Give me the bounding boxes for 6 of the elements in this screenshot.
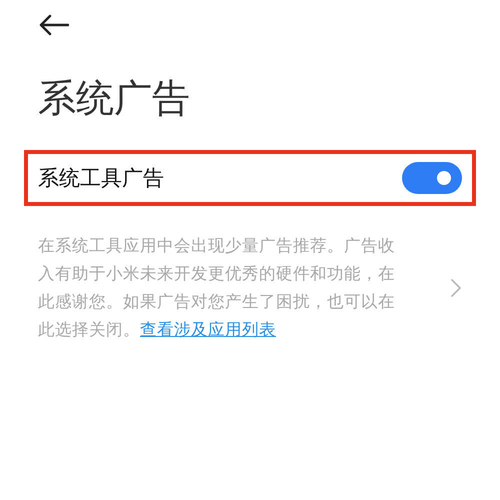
back-arrow-icon[interactable]: [39, 14, 69, 36]
page-title: 系统广告: [38, 75, 191, 122]
toggle-switch[interactable]: [402, 162, 462, 194]
setting-label: 系统工具广告: [38, 165, 164, 192]
description-text: 在系统工具应用中会出现少量广告推荐。广告收入有助于小米未来开发更优秀的硬件和功能，在此感谢您。如果广告对您产生了困扰，也可以在此选择关闭。查看涉及应用列表: [38, 235, 396, 341]
app-list-link[interactable]: 查看涉及应用列表: [140, 320, 276, 339]
